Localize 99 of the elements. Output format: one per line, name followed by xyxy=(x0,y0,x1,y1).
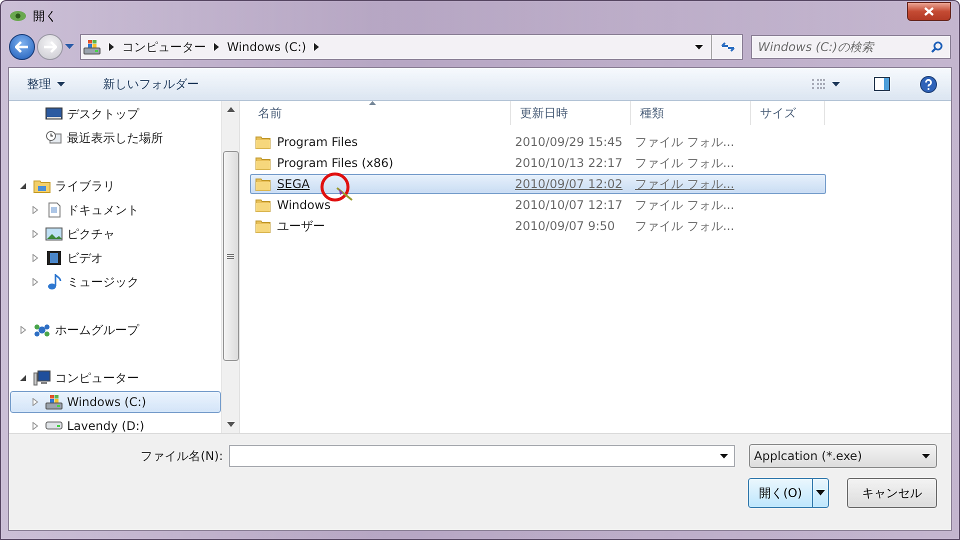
nav-item[interactable]: ライブラリ xyxy=(10,175,221,197)
nav-item[interactable]: ビデオ xyxy=(10,247,221,269)
modified-date: 2010/10/13 22:17 xyxy=(515,156,624,170)
scroll-down-icon[interactable] xyxy=(226,422,234,427)
new-folder-button[interactable]: 新しいフォルダー xyxy=(99,74,203,94)
app-eye-icon xyxy=(9,10,27,22)
caret-icon xyxy=(57,82,65,86)
nav-item[interactable]: ピクチャ xyxy=(10,223,221,245)
nav-item[interactable]: ドキュメント xyxy=(10,199,221,221)
modified-date: 2010/09/29 15:45 xyxy=(515,135,624,149)
nav-item[interactable]: Lavendy (D:) xyxy=(10,415,221,437)
clock-screen-icon xyxy=(45,130,63,146)
nav-item[interactable]: Windows (C:) xyxy=(10,391,221,413)
sort-arrow-icon xyxy=(369,101,376,105)
file-type: ファイル フォル... xyxy=(635,196,736,214)
film-icon xyxy=(45,250,63,266)
expand-arrow-icon[interactable] xyxy=(31,230,39,238)
folder-icon xyxy=(33,178,51,194)
file-name: ユーザー xyxy=(277,218,325,234)
file-name-label: ファイル名(N): xyxy=(140,448,223,464)
column-header[interactable]: 更新日時 xyxy=(511,101,631,125)
grip-icon xyxy=(227,254,234,258)
breadcrumb[interactable]: Windows (C:) xyxy=(227,40,306,54)
file-type: ファイル フォル... xyxy=(635,218,736,234)
landscape-icon xyxy=(45,226,63,242)
address-bar[interactable]: コンピューター Windows (C:) xyxy=(80,34,743,60)
network-circles-icon xyxy=(33,322,51,338)
collapse-arrow-icon[interactable] xyxy=(19,374,27,382)
drive-icon xyxy=(45,394,63,410)
preview-pane-icon[interactable] xyxy=(874,77,890,91)
folder-icon xyxy=(255,219,271,233)
file-type: ファイル フォル... xyxy=(635,134,736,150)
file-row[interactable]: SEGA 2010/09/07 12:02 ファイル フォル... xyxy=(250,174,826,194)
file-row[interactable]: Program Files 2010/09/29 15:45 ファイル フォル... xyxy=(250,132,826,152)
file-row[interactable]: ユーザー 2010/09/07 9:50 ファイル フォル... xyxy=(250,216,826,236)
open-button[interactable]: 開く(O) xyxy=(748,478,829,508)
history-dropdown-icon[interactable] xyxy=(65,44,74,50)
file-name-field[interactable] xyxy=(229,445,735,467)
expand-arrow-icon[interactable] xyxy=(31,422,39,430)
close-button[interactable] xyxy=(907,2,951,20)
folder-icon xyxy=(255,198,271,212)
folder-icon xyxy=(255,177,271,191)
column-header[interactable]: 名前 xyxy=(249,101,511,125)
file-name: Program Files xyxy=(277,135,358,149)
caret-icon xyxy=(832,82,840,86)
collapse-arrow-icon[interactable] xyxy=(19,182,27,190)
caret-icon xyxy=(816,490,825,496)
nav-item[interactable]: ミュージック xyxy=(10,271,221,293)
nav-item[interactable]: ホームグループ xyxy=(10,319,221,341)
scrollbar[interactable] xyxy=(221,101,239,433)
file-type: ファイル フォル... xyxy=(635,154,736,172)
nav-item[interactable]: コンピューター xyxy=(10,367,221,389)
music-note-icon xyxy=(45,274,63,290)
search-icon[interactable] xyxy=(931,41,943,53)
modified-date: 2010/09/07 12:02 xyxy=(515,177,624,191)
file-name: SEGA xyxy=(277,177,310,191)
dropdown-arrow-icon[interactable] xyxy=(695,44,703,50)
organize-button[interactable]: 整理 xyxy=(23,74,69,94)
file-row[interactable]: Windows 2010/10/07 12:17 ファイル フォル... xyxy=(250,195,826,215)
expand-arrow-icon[interactable] xyxy=(31,254,39,262)
back-arrow-icon xyxy=(15,41,29,53)
monitor-icon xyxy=(45,106,63,122)
nav-item[interactable]: デスクトップ xyxy=(10,103,221,125)
computer-icon xyxy=(33,370,51,386)
file-type: ファイル フォル... xyxy=(635,176,736,192)
modified-date: 2010/10/07 12:17 xyxy=(515,198,624,212)
forward-arrow-icon xyxy=(43,41,57,53)
help-icon[interactable] xyxy=(920,76,937,92)
drive-icon xyxy=(45,421,63,430)
refresh-icon[interactable] xyxy=(720,40,736,54)
search-field[interactable]: Windows (C:)の検索 xyxy=(751,35,951,59)
expand-arrow-icon[interactable] xyxy=(31,206,39,214)
file-name: Windows xyxy=(277,198,331,212)
dropdown-arrow-icon[interactable] xyxy=(720,454,728,458)
back-button[interactable] xyxy=(9,34,35,60)
expand-arrow-icon[interactable] xyxy=(31,398,39,406)
scroll-up-icon[interactable] xyxy=(226,107,234,112)
close-icon xyxy=(924,6,934,16)
column-header[interactable]: サイズ xyxy=(751,101,825,125)
chevron-right-icon[interactable] xyxy=(314,43,320,51)
chevron-right-icon[interactable] xyxy=(109,43,114,51)
file-name: Program Files (x86) xyxy=(277,156,394,170)
expand-arrow-icon[interactable] xyxy=(19,326,27,334)
scroll-thumb[interactable] xyxy=(222,151,238,361)
folder-icon xyxy=(255,156,271,170)
expand-arrow-icon[interactable] xyxy=(31,278,39,286)
column-header[interactable]: 種類 xyxy=(631,101,751,125)
chevron-right-icon[interactable] xyxy=(214,43,219,51)
breadcrumb[interactable]: コンピューター xyxy=(122,38,206,56)
file-type-dropdown[interactable]: Applcation (*.exe) xyxy=(749,444,937,468)
window-title: 開く xyxy=(33,8,58,24)
file-row[interactable]: Program Files (x86) 2010/10/13 22:17 ファイル フォル... xyxy=(250,153,826,173)
modified-date: 2010/09/07 9:50 xyxy=(515,219,616,233)
folder-icon xyxy=(255,135,271,149)
dropdown-arrow-icon xyxy=(922,454,930,458)
list-view-icon xyxy=(812,79,826,89)
nav-item[interactable]: 最近表示した場所 xyxy=(10,127,221,149)
cancel-button[interactable]: キャンセル xyxy=(847,478,937,508)
drive-icon xyxy=(83,39,101,55)
